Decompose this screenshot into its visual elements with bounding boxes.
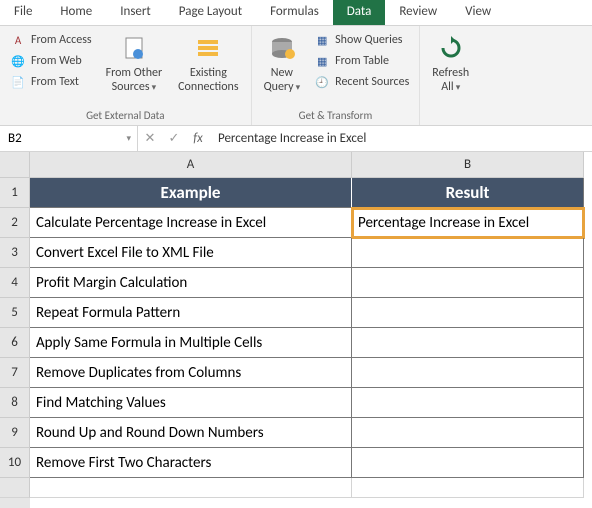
label: Show Queries xyxy=(335,33,402,47)
cell[interactable] xyxy=(30,478,352,498)
formula-value[interactable]: Percentage Increase in Excel xyxy=(210,131,592,146)
new-query-icon xyxy=(266,32,298,64)
group-label: Get & Transform xyxy=(258,107,414,125)
label: Existing Connections xyxy=(178,66,238,95)
cell[interactable]: Repeat Formula Pattern xyxy=(30,298,352,328)
label: From Access xyxy=(31,33,92,47)
group-refresh: Refresh All xyxy=(420,26,481,125)
row-header[interactable]: 7 xyxy=(0,358,30,388)
ribbon-tabs: FileHomeInsertPage LayoutFormulasDataRev… xyxy=(0,0,592,26)
fx-icon[interactable]: fx xyxy=(186,131,210,146)
tab-data[interactable]: Data xyxy=(333,0,386,25)
existing-connections-button[interactable]: Existing Connections xyxy=(172,30,244,107)
cell[interactable] xyxy=(352,268,584,298)
text-icon: 📄 xyxy=(10,74,26,90)
cell[interactable] xyxy=(352,478,584,498)
cell[interactable]: Apply Same Formula in Multiple Cells xyxy=(30,328,352,358)
name-box-value: B2 xyxy=(8,131,22,146)
row-header[interactable]: 8 xyxy=(0,388,30,418)
row-header[interactable]: 1 xyxy=(0,178,30,208)
cell[interactable]: Profit Margin Calculation xyxy=(30,268,352,298)
tab-view[interactable]: View xyxy=(451,0,505,25)
tab-page-layout[interactable]: Page Layout xyxy=(165,0,256,25)
from-web-button[interactable]: 🌐 From Web xyxy=(6,51,96,71)
cell[interactable]: Round Up and Round Down Numbers xyxy=(30,418,352,448)
row-header[interactable]: 2 xyxy=(0,208,30,238)
column-header-b[interactable]: B xyxy=(352,152,584,178)
formula-bar: B2 ✕ ✓ fx Percentage Increase in Excel xyxy=(0,126,592,152)
label: New Query xyxy=(264,66,301,95)
from-other-sources-button[interactable]: From Other Sources xyxy=(100,30,169,107)
cell[interactable] xyxy=(352,358,584,388)
cell[interactable] xyxy=(352,388,584,418)
recent-sources-button[interactable]: 🕘 Recent Sources xyxy=(310,72,413,92)
table-icon: ▦ xyxy=(314,53,330,69)
from-access-button[interactable]: A From Access xyxy=(6,30,96,50)
columns-area: A B ExampleResultCalculate Percentage In… xyxy=(30,152,592,508)
row-header[interactable]: 6 xyxy=(0,328,30,358)
row-header[interactable]: 5 xyxy=(0,298,30,328)
cell[interactable]: Find Matching Values xyxy=(30,388,352,418)
cell[interactable]: Percentage Increase in Excel xyxy=(352,208,584,238)
cell[interactable]: Remove Duplicates from Columns xyxy=(30,358,352,388)
row-header[interactable]: 4 xyxy=(0,268,30,298)
recent-icon: 🕘 xyxy=(314,74,330,90)
header-cell[interactable]: Example xyxy=(30,178,352,208)
enter-icon[interactable]: ✓ xyxy=(162,131,186,146)
refresh-icon xyxy=(435,32,467,64)
column-headers: A B xyxy=(30,152,592,178)
cell[interactable]: Calculate Percentage Increase in Excel xyxy=(30,208,352,238)
tab-insert[interactable]: Insert xyxy=(106,0,165,25)
label: Recent Sources xyxy=(335,75,409,89)
tab-home[interactable]: Home xyxy=(46,0,106,25)
label: From Table xyxy=(335,54,389,68)
other-sources-icon xyxy=(118,32,150,64)
queries-icon: ▦ xyxy=(314,32,330,48)
cell[interactable] xyxy=(352,448,584,478)
label: Refresh All xyxy=(432,66,469,95)
show-queries-button[interactable]: ▦ Show Queries xyxy=(310,30,413,50)
cancel-icon[interactable]: ✕ xyxy=(138,131,162,146)
select-all-corner[interactable] xyxy=(0,152,30,178)
from-table-button[interactable]: ▦ From Table xyxy=(310,51,413,71)
row-header[interactable]: 3 xyxy=(0,238,30,268)
cell[interactable]: Remove First Two Characters xyxy=(30,448,352,478)
label: From Other Sources xyxy=(106,66,163,95)
group-label xyxy=(426,107,475,125)
name-box[interactable]: B2 xyxy=(0,126,138,151)
from-text-button[interactable]: 📄 From Text xyxy=(6,72,96,92)
web-icon: 🌐 xyxy=(10,53,26,69)
row-header[interactable]: 9 xyxy=(0,418,30,448)
new-query-button[interactable]: New Query xyxy=(258,30,307,107)
refresh-all-button[interactable]: Refresh All xyxy=(426,30,475,107)
cell[interactable] xyxy=(352,418,584,448)
label: From Text xyxy=(31,75,79,89)
group-label: Get External Data xyxy=(6,107,245,125)
cell[interactable] xyxy=(352,328,584,358)
tab-file[interactable]: File xyxy=(0,0,46,25)
group-get-external-data: A From Access 🌐 From Web 📄 From Text Fro… xyxy=(0,26,252,125)
row-headers: 12345678910 xyxy=(0,152,30,508)
label: From Web xyxy=(31,54,82,68)
column-header-a[interactable]: A xyxy=(30,152,352,178)
connections-icon xyxy=(192,32,224,64)
cell[interactable] xyxy=(352,238,584,268)
cell[interactable]: Convert Excel File to XML File xyxy=(30,238,352,268)
tab-formulas[interactable]: Formulas xyxy=(256,0,333,25)
header-cell[interactable]: Result xyxy=(352,178,584,208)
group-get-transform: New Query ▦ Show Queries ▦ From Table 🕘 … xyxy=(252,26,421,125)
ribbon: A From Access 🌐 From Web 📄 From Text Fro… xyxy=(0,26,592,126)
worksheet-grid: 12345678910 A B ExampleResultCalculate P… xyxy=(0,152,592,508)
access-icon: A xyxy=(10,32,26,48)
cell[interactable] xyxy=(352,298,584,328)
formula-buttons: ✕ ✓ fx xyxy=(138,126,210,151)
row-header[interactable]: 10 xyxy=(0,448,30,478)
tab-review[interactable]: Review xyxy=(385,0,451,25)
